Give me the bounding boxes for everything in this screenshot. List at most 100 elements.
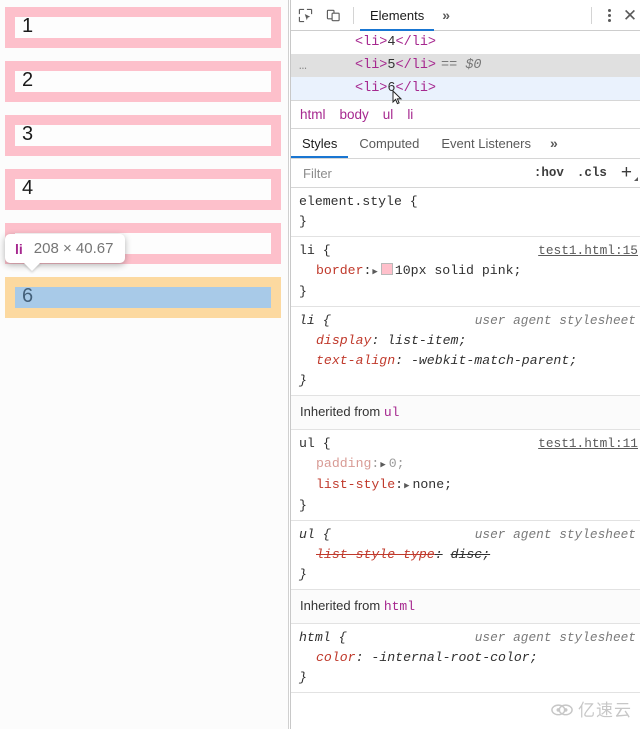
css-colon: : [371,456,380,471]
dom-tree-row[interactable]: … <li> 5 </li> == $0 [291,54,640,77]
css-declaration[interactable]: padding:▶ 0; [299,454,640,475]
more-options-icon[interactable] [598,0,620,31]
css-property-name[interactable]: text-align [316,353,395,368]
dom-open-tag: <li> [355,58,388,73]
list-item: 1 [5,7,281,48]
hov-toggle-button[interactable]: :hov [534,166,564,180]
css-property-value[interactable]: list-item; [387,333,466,348]
css-declaration[interactable]: border:▶ 10px solid pink; [299,261,640,282]
dom-tree-row[interactable]: <li> 4 </li> [291,31,640,54]
css-declaration[interactable]: color: -internal-root-color; [299,648,640,668]
cloud-logo-icon [551,703,573,715]
page-canvas: 123456 li 208 × 40.67 [0,0,288,729]
styles-filter-input[interactable] [301,164,521,182]
rule-selector[interactable]: ul { [299,434,331,454]
inspect-element-icon[interactable] [291,1,319,30]
expand-shorthand-icon[interactable]: ▶ [371,262,380,282]
rule-selector[interactable]: element.style { [299,192,418,212]
new-style-rule-button[interactable]: + [621,163,639,182]
rule-closing-brace: } [299,670,307,685]
inspector-tooltip-tag: li [15,240,23,257]
list-item: 2 [5,61,281,102]
close-devtools-icon[interactable]: ✕ [620,0,640,31]
rule-selector[interactable]: li { [299,311,331,331]
browser-page-viewport: 123456 li 208 × 40.67 [0,0,289,729]
css-property-name[interactable]: border [316,263,363,278]
devtools-panel-tabs: Elements » [360,0,458,31]
expand-shorthand-icon[interactable]: ▶ [379,455,388,475]
collapsed-children-icon[interactable]: … [299,54,325,77]
list-item-label: 3 [22,123,34,145]
list-ul: 123456 [5,7,281,318]
css-property-value[interactable]: -webkit-match-parent; [411,353,577,368]
breadcrumb-item[interactable]: ul [383,107,394,122]
css-colon: : [355,650,364,665]
list-item-label: 6 [22,285,34,307]
dom-text-node: 5 [387,58,396,73]
dom-tree-row[interactable]: <li> 6 </li> [291,77,640,104]
inherited-source-tag[interactable]: ul [384,405,400,420]
inherited-label: Inherited from [300,404,381,419]
rule-closing-brace: } [299,284,307,299]
rule-source-link[interactable]: test1.html:15 [530,241,638,261]
style-rule: li {test1.html:15 border:▶ 10px solid pink… [291,237,640,307]
css-property-name[interactable]: padding [316,456,371,471]
devtools-toolbar: Elements » ✕ [291,0,640,31]
style-rule: li {user agent stylesheet display: list-i… [291,307,640,396]
styles-tab[interactable]: Styles [291,129,349,158]
device-toolbar-icon[interactable] [319,1,347,30]
dom-text-node: 4 [387,35,396,50]
styles-tab[interactable]: Event Listeners [430,129,542,158]
rule-selector[interactable]: ul { [299,525,331,545]
list-item-label: 4 [22,177,34,199]
rule-selector[interactable]: li { [299,241,331,261]
inspector-tooltip: li 208 × 40.67 [5,234,126,271]
style-rule: element.style {} [291,188,640,237]
cls-toggle-button[interactable]: .cls [577,166,607,180]
style-rule: ul { user agent stylesheet list-style-type… [291,521,640,590]
css-declaration[interactable]: text-align: -webkit-match-parent; [299,351,640,371]
rule-closing-brace: } [299,567,307,582]
css-property-name[interactable]: list-style [316,477,395,492]
styles-tab[interactable]: Computed [348,129,430,158]
breadcrumb-item[interactable]: html [300,107,326,122]
style-rule: ul {test1.html:11 padding:▶ 0; list-style:▶… [291,430,640,521]
devtools-toolbar-right: ✕ [585,0,640,31]
css-property-name[interactable]: display [316,333,371,348]
css-property-name[interactable]: list-style-type [316,547,435,562]
css-declaration[interactable]: list-style-type: disc; [299,545,640,565]
list-item-label: 2 [22,69,34,91]
dom-open-tag: <li> [355,35,388,50]
tab-elements[interactable]: Elements [360,0,435,31]
rule-closing-brace: } [299,498,307,513]
color-swatch[interactable] [380,263,393,275]
css-property-value[interactable]: -internal-root-color; [371,650,537,665]
dom-close-tag: </li> [395,58,437,73]
watermark: 亿速云 [551,696,632,721]
css-property-value[interactable]: disc; [451,547,491,562]
rule-source-label: user agent stylesheet [474,527,636,542]
rule-source-link[interactable]: test1.html:11 [530,434,638,454]
watermark-text: 亿速云 [578,701,632,721]
css-declaration[interactable]: list-style:▶ none; [299,475,640,496]
inherited-from-header: Inherited from html [291,590,640,624]
dom-selected-marker: == $0 [441,58,482,73]
css-colon: : [395,477,404,492]
rule-selector[interactable]: html { [299,628,346,648]
inherited-source-tag[interactable]: html [384,599,415,614]
css-property-value[interactable]: 0; [389,456,405,471]
css-colon: : [371,333,380,348]
css-property-value[interactable]: none; [412,477,452,492]
styles-filter-bar: :hov .cls + [291,159,640,188]
breadcrumb: html body ul li [291,101,640,129]
more-styles-tabs-icon[interactable]: » [542,129,566,158]
css-declaration[interactable]: display: list-item; [299,331,640,351]
tooltip-arrow-icon [23,262,41,271]
more-panels-icon[interactable]: » [434,0,458,31]
css-property-name[interactable]: color [316,650,356,665]
rule-source-label: user agent stylesheet [474,630,636,645]
breadcrumb-item[interactable]: li [407,107,413,122]
breadcrumb-item[interactable]: body [340,107,369,122]
css-property-value[interactable]: 10px solid pink; [395,263,522,278]
toolbar-divider [353,6,354,24]
